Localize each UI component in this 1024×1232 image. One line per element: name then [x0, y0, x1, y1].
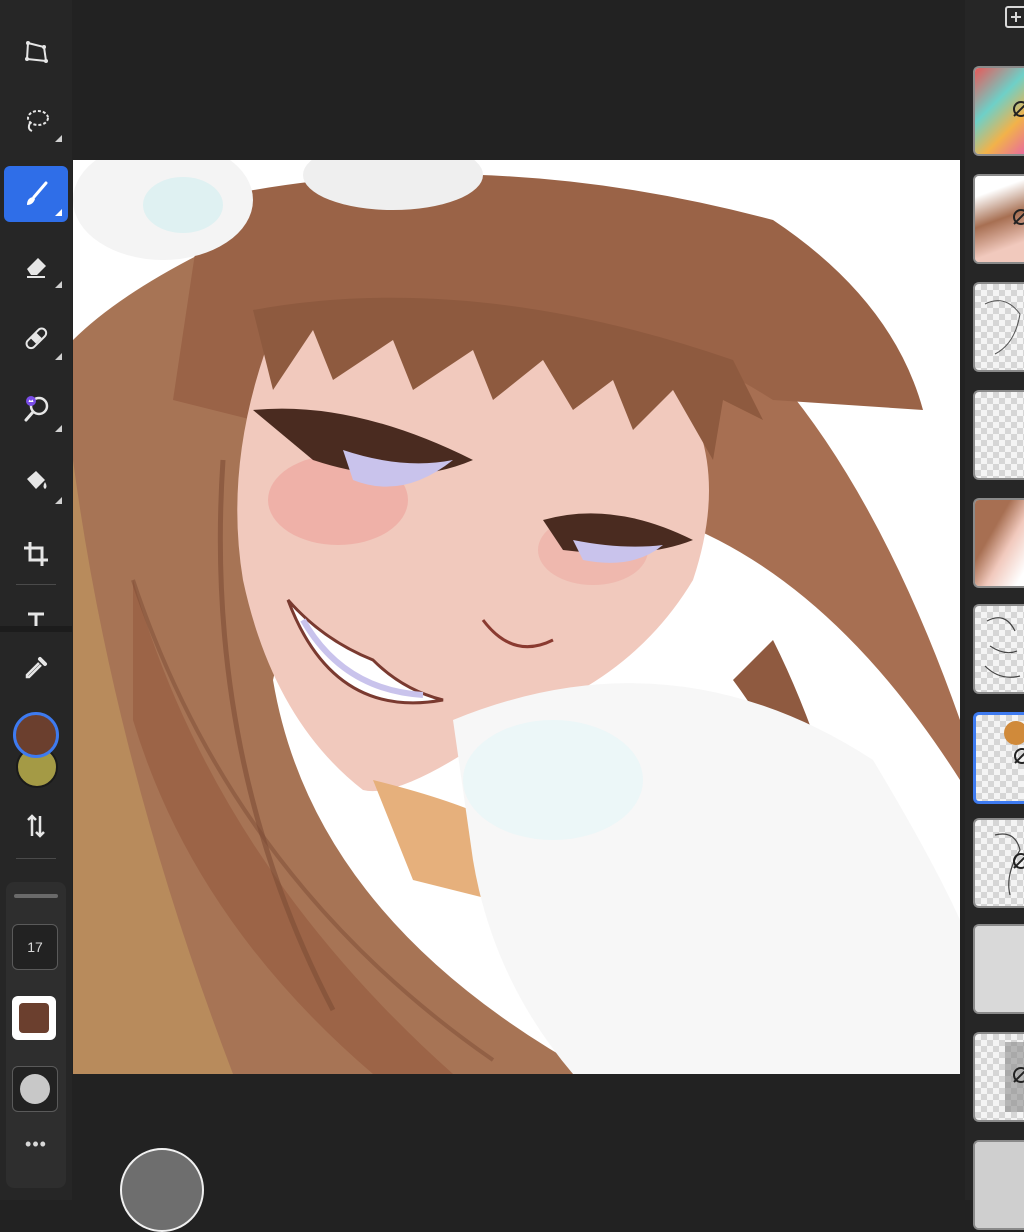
hidden-eye-icon[interactable]	[1010, 1064, 1024, 1086]
layer-thumbnail[interactable]	[973, 1032, 1024, 1122]
layer-preview	[975, 500, 1024, 586]
opacity-preview	[20, 1074, 50, 1104]
transform-icon	[25, 41, 48, 63]
hidden-eye-icon[interactable]	[1011, 745, 1024, 767]
text-icon	[28, 612, 44, 626]
submenu-indicator	[55, 497, 62, 504]
hidden-eye-icon[interactable]	[1010, 850, 1024, 872]
crop-tool[interactable]	[4, 526, 68, 582]
brush-tool[interactable]	[4, 166, 68, 222]
drawing-canvas[interactable]	[73, 160, 960, 1074]
magic-wand-tool[interactable]	[4, 382, 68, 438]
quick-action-button[interactable]	[120, 1148, 204, 1232]
paint-bucket-icon	[27, 471, 47, 489]
plus-v	[1015, 12, 1017, 22]
brush-size-value[interactable]: 17	[12, 924, 58, 970]
layer-preview	[975, 1142, 1024, 1228]
swap-colors-button[interactable]	[4, 798, 68, 854]
layer-thumbnail[interactable]	[973, 924, 1024, 1014]
layer-preview	[975, 284, 1024, 370]
brush-opacity-button[interactable]	[12, 1066, 58, 1112]
layer-thumbnail[interactable]	[973, 1140, 1024, 1230]
layer-thumbnail[interactable]	[973, 604, 1024, 694]
layer-thumbnail[interactable]	[973, 818, 1024, 908]
layer-thumbnail[interactable]	[973, 282, 1024, 372]
more-options-button[interactable]: •••	[6, 1134, 66, 1155]
primary-color-swatch[interactable]	[13, 712, 59, 758]
submenu-indicator	[55, 281, 62, 288]
layer-thumbnail[interactable]	[973, 390, 1024, 480]
submenu-indicator	[55, 135, 62, 142]
fill-tool[interactable]	[4, 454, 68, 510]
brush-color-preview	[19, 1003, 49, 1033]
swap-arrows-icon	[27, 814, 45, 838]
bandage-icon	[25, 327, 48, 350]
layer-preview	[975, 606, 1024, 692]
text-tool[interactable]	[4, 600, 68, 626]
transform-tool[interactable]	[4, 24, 68, 80]
toolbar-divider	[16, 584, 56, 585]
add-layer-icon[interactable]	[1005, 6, 1024, 28]
submenu-indicator	[55, 425, 62, 432]
brush-color-button[interactable]	[12, 996, 56, 1040]
layer-preview	[975, 926, 1024, 1012]
submenu-indicator	[55, 353, 62, 360]
layers-panel	[965, 0, 1024, 1230]
submenu-indicator	[55, 209, 62, 216]
layer-preview	[975, 392, 1024, 478]
lasso-icon	[27, 110, 49, 132]
lasso-tool[interactable]	[4, 92, 68, 148]
eraser-icon	[27, 258, 46, 278]
toolbar-scroll-edge	[0, 626, 72, 632]
eyedropper-tool[interactable]	[4, 640, 68, 696]
size-slider-handle[interactable]	[14, 894, 58, 898]
layer-thumbnail[interactable]	[973, 66, 1024, 156]
layer-thumbnail[interactable]	[973, 174, 1024, 264]
crop-icon	[24, 542, 48, 566]
toolbar-divider	[16, 858, 56, 859]
brush-icon	[27, 181, 48, 205]
hidden-eye-icon[interactable]	[1010, 98, 1024, 120]
artwork	[73, 160, 960, 1074]
magic-wand-icon	[24, 396, 49, 422]
brush-settings-panel: 17 •••	[6, 882, 66, 1188]
eyedropper-icon	[25, 657, 47, 679]
layer-thumbnail-selected[interactable]	[973, 712, 1024, 804]
tool-sidebar: 17 •••	[0, 0, 72, 1200]
hidden-eye-icon[interactable]	[1010, 206, 1024, 228]
eraser-tool[interactable]	[4, 238, 68, 294]
layer-thumbnail[interactable]	[973, 498, 1024, 588]
smudge-tool[interactable]	[4, 310, 68, 366]
